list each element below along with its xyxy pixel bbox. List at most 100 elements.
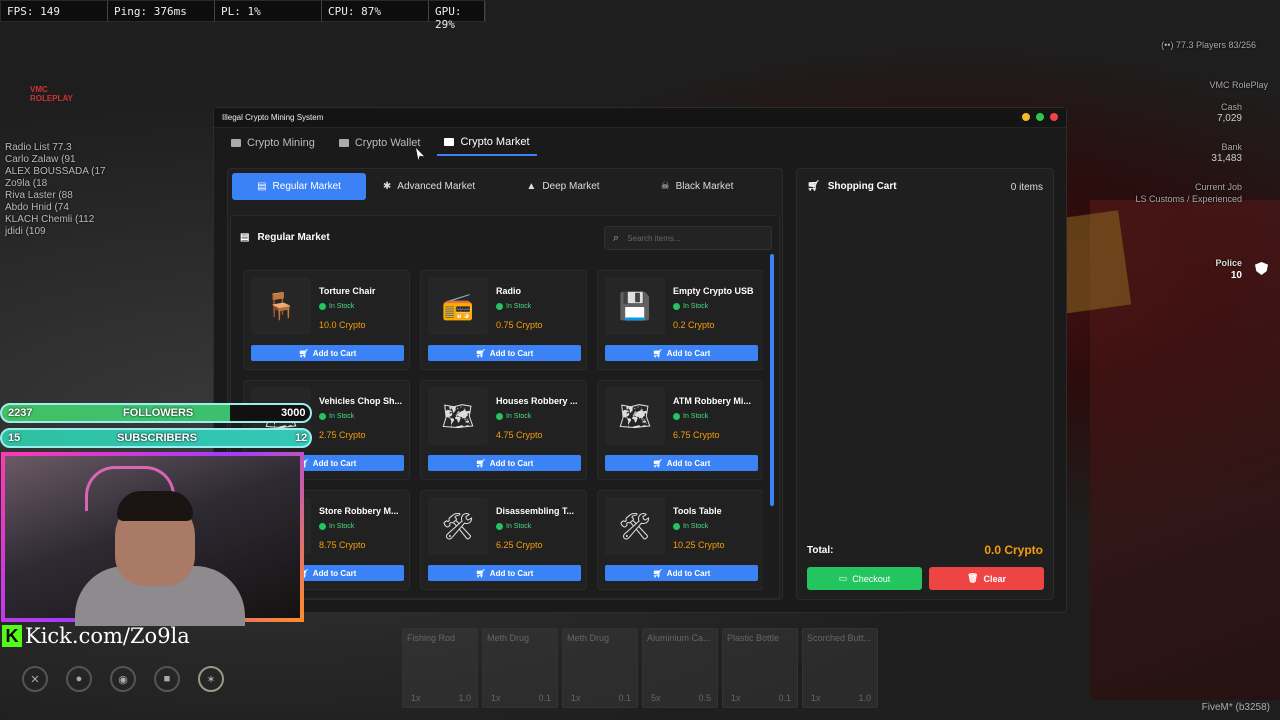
item-price: 0.2 Crypto [673,320,715,330]
market-tab-label: Regular Market [272,181,341,192]
add-to-cart-button[interactable]: 🛒︎Add to Cart [605,565,758,581]
item-price: 8.75 Crypto [319,540,366,550]
tab-label: Crypto Mining [247,137,315,149]
inventory-hotbar: Fishing Rod 1x 1.0 Meth Drug 1x 0.1 Meth D… [402,628,878,708]
radio-member: KLACH Chemli (112 [5,214,95,225]
item-name: Vehicles Chop Sh... [319,396,403,406]
tab-crypto-wallet[interactable]: Crypto Wallet [332,130,428,156]
workbench-icon: 🛠 [428,497,488,555]
market-tab-label: Deep Market [542,181,600,192]
ping-readout: Ping: 376ms [108,1,215,21]
stock-status: In Stock [673,523,708,530]
stock-label: In Stock [683,413,709,420]
shopping-cart-panel: 🛒︎ Shopping Cart 0 items Total: 0.0 Cryp… [796,168,1054,600]
items-grid: 🪑 Torture Chair In Stock 10.0 Crypto 🛒︎ A… [243,270,763,592]
radio-title: Radio List 77.3 [5,142,72,153]
map-icon: 🗺 [605,387,665,445]
tab-advanced-market[interactable]: ✱ Advanced Market [374,173,484,200]
add-to-cart-button[interactable]: 🛒︎Add to Cart [251,345,404,361]
performance-bar: FPS: 149 Ping: 376ms PL: 1% CPU: 87% GPU… [0,0,486,31]
minimize-button[interactable] [1022,113,1030,121]
stock-label: In Stock [683,523,709,530]
cart-icon: 🛒︎ [475,458,486,468]
credit-card-icon: ▭ [838,573,848,583]
scrollbar[interactable] [770,254,774,506]
cart-icon: 🛒︎ [475,568,486,578]
subs-count: 15 [8,432,21,444]
kick-url: Kick.com/Zo9la [25,624,190,648]
add-to-cart-button[interactable]: 🛒︎Add to Cart [605,455,758,471]
slot-weight: 0.1 [618,693,631,703]
clear-button[interactable]: 🗑︎ Clear [929,567,1044,590]
item-card: 🗺 ATM Robbery Mi... In Stock 6.75 Crypto… [597,380,763,480]
inventory-slot[interactable]: Aluminium Ca... 5x 0.5 [642,628,718,708]
search-input[interactable]: ⌕ Search items... [604,226,772,250]
cart-heading: 🛒︎ Shopping Cart [807,181,897,192]
item-name: Torture Chair [319,286,376,296]
cart-count: 0 items [1010,182,1043,193]
add-to-cart-button[interactable]: 🛒︎Add to Cart [428,455,581,471]
inventory-slot[interactable]: Fishing Rod 1x 1.0 [402,628,478,708]
stock-label: In Stock [506,523,532,530]
tab-crypto-market[interactable]: Crypto Market [437,130,537,156]
section-title: Regular Market [257,232,330,243]
clear-label: Clear [983,573,1006,584]
server-icon [231,139,241,147]
inventory-slot[interactable]: Meth Drug 1x 0.1 [482,628,558,708]
coins-icon [444,138,455,146]
checkout-button[interactable]: ▭ Checkout [807,567,922,590]
checkout-label: Checkout [852,573,891,584]
tab-deep-market[interactable]: ▲ Deep Market [508,173,618,200]
inventory-slot[interactable]: Scorched Butt... 1x 1.0 [802,628,878,708]
cart-icon: 🛒︎ [652,568,663,578]
radio-member: Abdo Hnid (74 [5,202,69,213]
section-heading: ▤ Regular Market [240,232,330,243]
cash-label: Cash [1220,102,1242,112]
market-panel: ▤ Regular Market ✱ Advanced Market ▲ Dee… [227,168,783,600]
add-label: Add to Cart [666,568,711,578]
inventory-slot[interactable]: Plastic Bottle 1x 0.1 [722,628,798,708]
tab-black-market[interactable]: ☠ Black Market [642,173,752,200]
police-value: 10 [1230,270,1242,281]
store-icon: ▤ [257,181,267,192]
subs-label: SUBSCRIBERS [117,432,198,444]
players-count: (••) 77.3 Players 83/256 [1161,40,1256,50]
item-card: 🛠 Disassembling T... In Stock 6.25 Crypt… [420,490,587,590]
close-button[interactable] [1050,113,1058,121]
cpu-readout: CPU: 87% [322,1,429,21]
radio-icon: 📻 [428,277,488,335]
maximize-button[interactable] [1036,113,1044,121]
add-to-cart-button[interactable]: 🛒︎Add to Cart [428,565,581,581]
item-card: 🗺 Houses Robbery ... In Stock 4.75 Crypt… [420,380,587,480]
police-label: Police [1215,258,1242,268]
stock-label: In Stock [329,523,355,530]
job-label: Current Job [1194,182,1242,192]
stock-status: In Stock [496,303,531,310]
slot-item-name: Meth Drug [487,633,530,643]
crypto-system-window: Illegal Crypto Mining System Crypto Mini… [213,107,1067,613]
store-icon: ▤ [240,232,250,243]
bank-value: 31,483 [1211,153,1242,164]
tab-crypto-mining[interactable]: Crypto Mining [224,130,322,156]
item-card: 🛠 Tools Table In Stock 10.25 Crypto 🛒︎ Ad… [597,490,763,590]
map-icon: 🗺 [428,387,488,445]
check-icon [496,413,503,420]
add-label: Add to Cart [666,458,711,468]
slot-weight: 0.1 [778,693,791,703]
tab-label: Crypto Wallet [354,137,421,149]
radio-member: jdidi (109 [5,226,46,237]
streamer-hair [117,491,193,521]
radio-member: Zo9la (18 [5,178,48,189]
add-label: Add to Cart [666,348,711,358]
slot-weight: 1.0 [858,693,871,703]
pl-readout: PL: 1% [215,1,322,21]
add-to-cart-button[interactable]: 🛒︎Add to Cart [428,345,581,361]
inventory-slot[interactable]: Meth Drug 1x 0.1 [562,628,638,708]
item-price: 4.75 Crypto [496,430,543,440]
add-to-cart-button[interactable]: 🛒︎Add to Cart [605,345,758,361]
cart-icon: 🛒︎ [652,458,663,468]
search-placeholder: Search items... [627,233,681,243]
stock-status: In Stock [496,523,531,530]
tab-regular-market[interactable]: ▤ Regular Market [232,173,366,200]
followers-count: 2237 [8,407,33,419]
